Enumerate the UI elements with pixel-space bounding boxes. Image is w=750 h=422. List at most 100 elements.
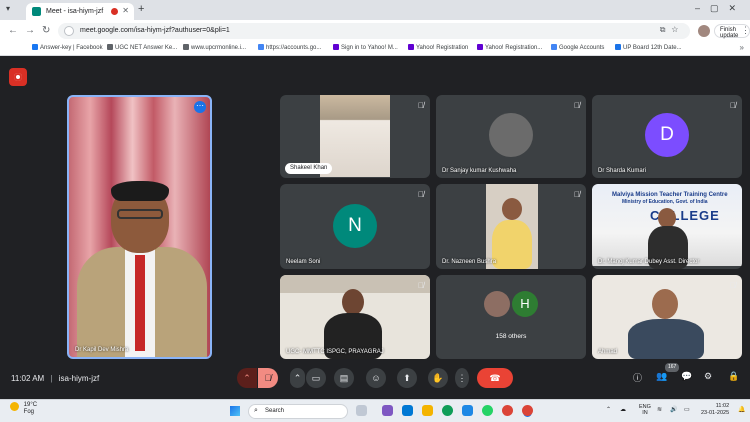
host-controls-icon[interactable]: 🔒 (728, 371, 739, 382)
url-actions[interactable]: ⧉☆ (660, 25, 684, 35)
window-controls[interactable]: –▢✕ (695, 3, 746, 14)
bookmark-item[interactable]: Sign in to Yahoo! M... (333, 44, 398, 51)
recording-icon[interactable] (9, 68, 27, 86)
bookmark-item[interactable]: UP Board 12th Date... (615, 44, 682, 51)
meeting-info: 11:02 AM | isa-hiym-jzf (11, 374, 99, 383)
speaker-glasses (117, 209, 163, 219)
windows-start-icon[interactable] (230, 406, 240, 416)
present-screen-button[interactable]: ⬆ (397, 368, 417, 388)
mic-muted-icon: 🎙̸ (418, 190, 424, 199)
info-separator: | (50, 374, 53, 383)
lady-head (502, 198, 522, 220)
captions-button[interactable]: ▤ (334, 368, 354, 388)
participant-name: Dr Sharda Kumari (598, 168, 647, 174)
weather-widget[interactable]: 19°C Fog (10, 402, 37, 416)
main-speaker-tile[interactable]: ⋯ Dr Kapil Dev Mishra (67, 95, 212, 359)
mic-muted-icon: 🎙̸ (574, 190, 580, 199)
profile-avatar-icon[interactable] (698, 25, 710, 37)
participant-tile[interactable]: H 158 others (436, 275, 586, 359)
participant-name: Dr. Manoj Kumar Dubey Asst. Director (598, 259, 700, 265)
edge-icon[interactable] (442, 405, 453, 416)
file-explorer-icon[interactable] (422, 405, 433, 416)
new-tab-button[interactable]: + (138, 3, 144, 15)
copilot-icon[interactable] (382, 405, 393, 416)
participant-tile[interactable]: 🎙̸ Dr. Nazneen Bushra (436, 184, 586, 269)
reactions-button[interactable]: ☺ (366, 368, 386, 388)
weather-temp: 19°C (23, 402, 38, 408)
more-options-icon[interactable]: ⋯ (194, 101, 206, 113)
more-bookmarks-icon[interactable]: » (740, 43, 744, 52)
participant-tile[interactable]: 🎙̸ Ahmad (592, 275, 742, 359)
meet-stage: ⋯ Dr Kapil Dev Mishra 🎙̸ Shakeel Khan 🎙̸… (0, 57, 750, 399)
volume-icon[interactable]: 🔊 (670, 406, 677, 413)
others-initial-avatar: H (512, 291, 538, 317)
activities-icon[interactable]: ⚙ (704, 371, 712, 382)
speaker-hair (111, 181, 169, 201)
bookmark-item[interactable]: UGC NET Answer Ke... (107, 44, 177, 51)
whatsapp-icon[interactable] (482, 405, 493, 416)
chrome-profile-icon[interactable] (522, 405, 533, 416)
notifications-icon[interactable]: 🔔 (738, 406, 745, 413)
forward-arrow-icon[interactable]: → (25, 25, 35, 36)
tray-overflow-icon[interactable]: ⌃ (606, 406, 611, 413)
bookmarks-bar: Answer-key | Facebook UGC NET Answer Ke.… (0, 42, 750, 56)
chrome-icon[interactable] (502, 405, 513, 416)
task-view-icon[interactable] (356, 405, 367, 416)
back-arrow-icon[interactable]: ← (8, 25, 18, 36)
participant-count-badge: 167 (665, 363, 680, 372)
bookmark-item[interactable]: Yahoo! Registration... (477, 44, 542, 51)
battery-icon[interactable]: ▭ (684, 406, 690, 413)
store-icon[interactable] (462, 405, 473, 416)
chat-icon[interactable]: 💬 (681, 371, 692, 382)
video-settings-caret-icon[interactable]: ⌃ (290, 368, 305, 388)
participant-tile[interactable]: 🎙̸ UGC- MMTTC ISPGC, PRAYAGRAJ (280, 275, 430, 359)
bookmark-item[interactable]: Answer-key | Facebook (32, 44, 103, 51)
bookmark-item[interactable]: https://accounts.go... (258, 44, 321, 51)
yahoo-icon (477, 44, 483, 50)
taskbar-search[interactable]: ⌕ Search (248, 404, 348, 419)
recording-indicator-icon (111, 8, 118, 15)
participant-tile[interactable]: D 🎙̸ Dr Sharda Kumari (592, 95, 742, 178)
people-icon[interactable]: 👥 (656, 371, 667, 382)
site-info-icon[interactable] (64, 26, 74, 36)
audio-settings-caret-icon[interactable]: ⌃ (237, 368, 257, 388)
close-tab-icon[interactable]: ✕ (122, 6, 129, 15)
others-count: 158 others (495, 333, 527, 340)
participant-tile[interactable]: Malviya Mission Teacher Training Centre … (592, 184, 742, 269)
participant-name: Dr Sanjay kumar Kushwaha (442, 168, 517, 174)
speaker-tie (135, 255, 145, 351)
system-clock[interactable]: 11:02 23-01-2025 (701, 403, 729, 417)
hall-person-head (342, 289, 364, 315)
wifi-icon[interactable]: ≋ (657, 406, 662, 413)
globe-icon (615, 44, 621, 50)
bookmark-item[interactable]: Yahoo! Registration (408, 44, 468, 51)
browser-menu-icon[interactable]: ⋮ (741, 25, 750, 36)
bookmark-item[interactable]: Google Accounts (551, 44, 604, 51)
participant-name: Ahmad (598, 349, 618, 355)
participant-tile[interactable]: N 🎙̸ Neelam Soni (280, 184, 430, 269)
tab-search-icon[interactable]: ▾ (6, 4, 10, 13)
leave-call-button[interactable]: ☎ (477, 368, 513, 388)
google-icon (258, 44, 264, 50)
participant-tile[interactable]: 🎙̸ Dr Sanjay kumar Kushwaha (436, 95, 586, 178)
more-options-button[interactable]: ⋮ (455, 368, 469, 388)
meeting-details-icon[interactable]: ⓘ (633, 371, 642, 384)
url-field[interactable]: meet.google.com/isa-hiym-jzf?authuser=0&… (58, 23, 690, 39)
teams-icon[interactable] (402, 405, 413, 416)
bookmark-item[interactable]: www.upcrmonline.i... (183, 44, 246, 51)
os-taskbar: 19°C Fog ⌕ Search ⌃ ☁ ENG IN ≋ 🔊 ▭ 11:02… (0, 399, 750, 422)
raise-hand-button[interactable]: ✋ (428, 368, 448, 388)
onedrive-icon[interactable]: ☁ (620, 406, 626, 413)
language-indicator[interactable]: ENG IN (639, 404, 651, 416)
camera-button[interactable]: ▭ (306, 368, 326, 388)
participant-initial-avatar: D (645, 113, 689, 157)
participant-tile[interactable]: 🎙̸ Shakeel Khan (280, 95, 430, 178)
lang-region: IN (642, 410, 648, 416)
weather-condition: Fog (23, 409, 35, 415)
tab-meet[interactable]: Meet - isa-hiym-jzf ✕ (26, 3, 134, 20)
mic-off-button[interactable]: 🎙̸ (258, 368, 278, 388)
reload-icon[interactable]: ↻ (42, 25, 50, 36)
yahoo-icon (408, 44, 414, 50)
globe-icon (183, 44, 189, 50)
facebook-icon (32, 44, 38, 50)
